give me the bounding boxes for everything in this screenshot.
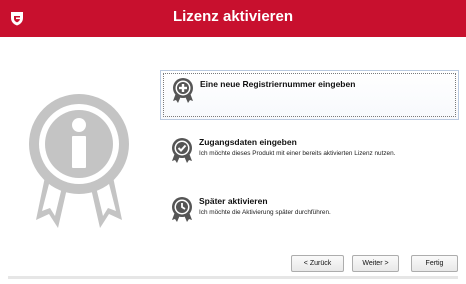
clock-badge-icon: [172, 197, 192, 222]
button-bar: < Zurück Weiter > Fertig: [0, 245, 466, 284]
option-title: Eine neue Registriernummer eingeben: [200, 79, 356, 89]
window-title: Lizenz aktivieren: [172, 8, 294, 25]
info-badge-icon: [29, 94, 129, 228]
option-description: Ich möchte die Aktivierung später durchf…: [199, 209, 331, 216]
option-title: Zugangsdaten eingeben: [199, 137, 297, 147]
next-button[interactable]: Weiter >: [352, 255, 399, 272]
option-description: Ich möchte dieses Produkt mit einer bere…: [199, 150, 396, 157]
back-button[interactable]: < Zurück: [291, 255, 344, 272]
option-new-registration[interactable]: Eine neue Registriernummer eingeben: [160, 70, 459, 120]
plus-badge-icon: [173, 78, 193, 103]
finish-button[interactable]: Fertig: [411, 255, 458, 272]
check-badge-icon: [172, 138, 192, 163]
title-bar: Lizenz aktivieren: [0, 0, 466, 37]
option-activate-later[interactable]: Später aktivieren Ich möchte die Aktivie…: [160, 196, 460, 226]
divider: [8, 276, 458, 279]
option-login-credentials[interactable]: Zugangsdaten eingeben Ich möchte dieses …: [160, 137, 460, 167]
option-title: Später aktivieren: [199, 196, 268, 206]
